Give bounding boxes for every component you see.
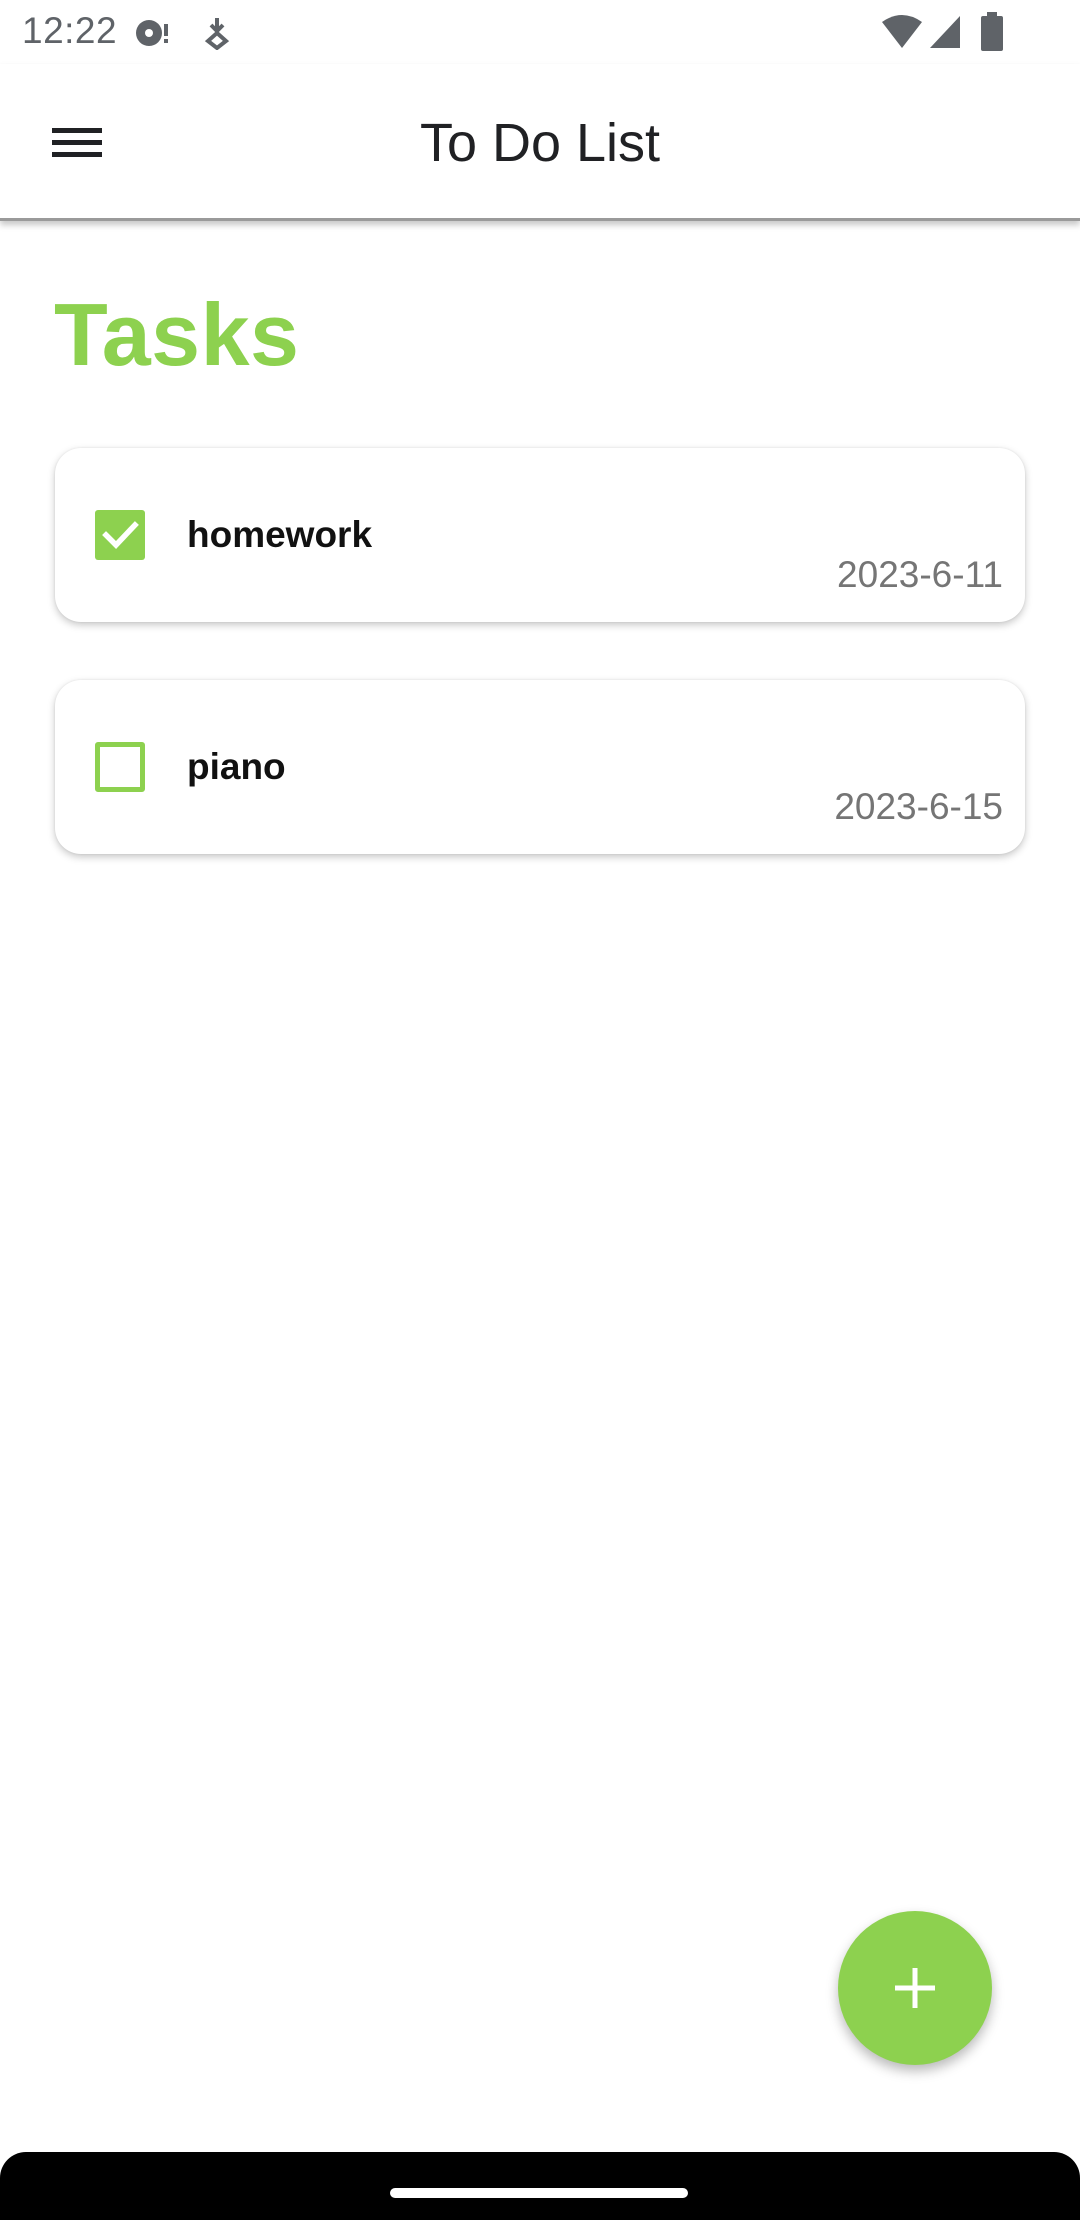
task-date: 2023-6-15	[834, 786, 1003, 827]
app-title: To Do List	[419, 113, 661, 173]
task-card[interactable]: piano 2023-6-15	[55, 680, 1025, 854]
task-name: piano	[187, 746, 286, 787]
page-heading: Tasks	[54, 285, 300, 384]
wifi-icon	[880, 14, 924, 55]
battery-icon	[980, 12, 1004, 57]
task-date: 2023-6-11	[837, 554, 1003, 595]
checkmark-icon	[102, 521, 139, 549]
status-bar: 12:22	[0, 0, 1080, 64]
app-bar: To Do List	[0, 64, 1080, 221]
navigation-bar	[0, 2152, 1080, 2220]
task-name: homework	[187, 514, 373, 555]
task-checkbox-checked[interactable]	[95, 510, 145, 560]
add-task-button[interactable]	[838, 1911, 992, 2065]
task-checkbox-unchecked[interactable]	[95, 742, 145, 792]
screen: 12:22 To Do List Tasks homework 2023-6-1…	[0, 0, 1080, 2220]
cell-signal-icon	[928, 14, 962, 55]
media-notification-icon	[134, 16, 174, 55]
task-card[interactable]: homework 2023-6-11	[55, 448, 1025, 622]
plus-icon	[895, 1968, 935, 2008]
download-notification-icon	[204, 16, 230, 55]
status-time: 12:22	[22, 10, 118, 51]
home-indicator[interactable]	[390, 2188, 688, 2198]
